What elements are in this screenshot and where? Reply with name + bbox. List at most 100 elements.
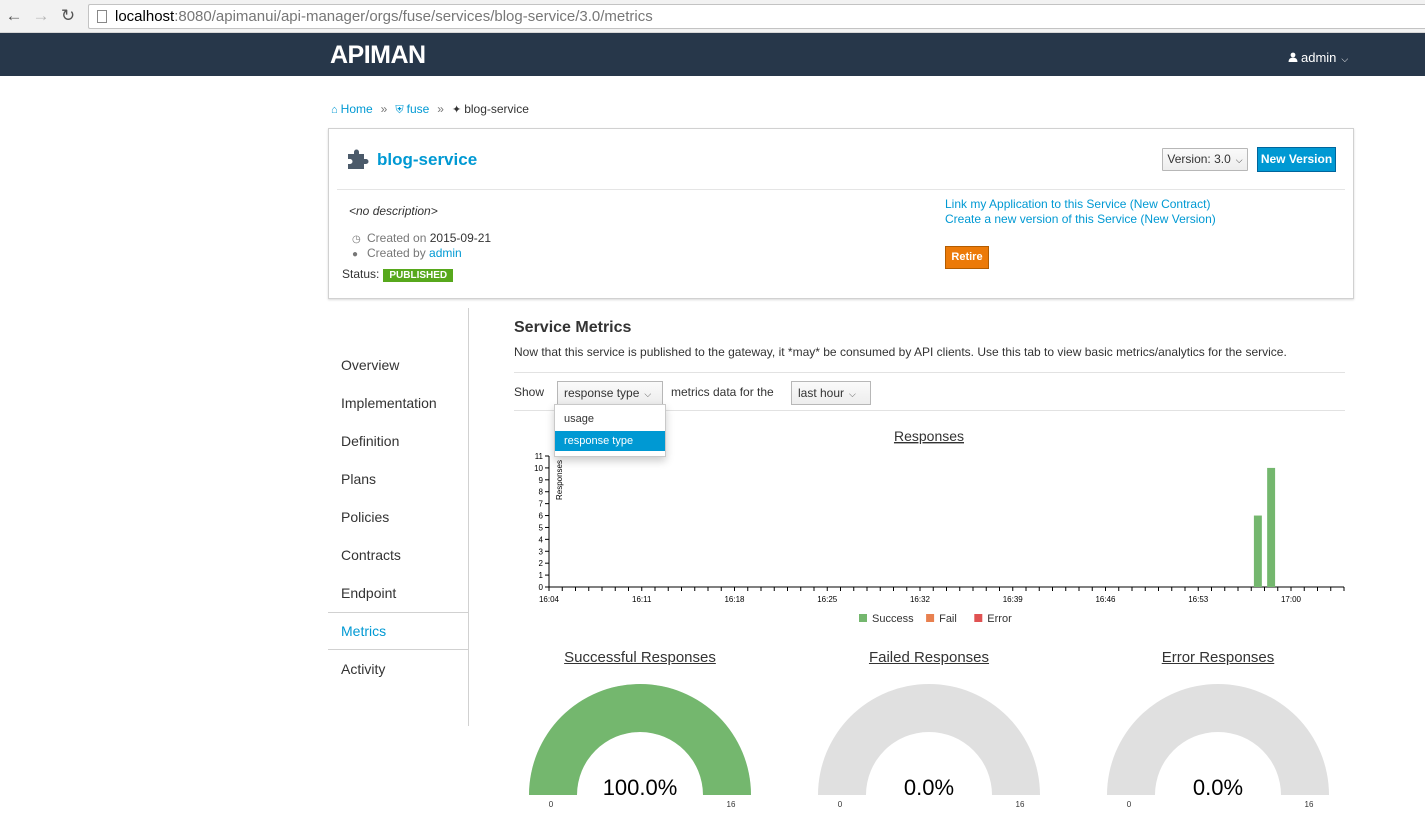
- legend-label-success: Success: [872, 613, 914, 625]
- breadcrumb-separator: »: [380, 102, 388, 116]
- created-by: ● Created by admin: [352, 246, 462, 260]
- service-header-panel: blog-service Version: 3.0 ⌵ New Version <…: [328, 128, 1354, 299]
- legend-label-fail: Fail: [939, 613, 957, 625]
- gauge-max-label: 16: [1305, 800, 1314, 809]
- x-tick-label: 16:32: [910, 595, 931, 604]
- y-tick-label: 3: [539, 547, 544, 556]
- new-contract-link[interactable]: Link my Application to this Service (New…: [945, 197, 1216, 212]
- created-on: ◷ Created on 2015-09-21: [352, 231, 492, 245]
- y-tick-label: 2: [539, 559, 544, 568]
- x-tick-label: 16:25: [817, 595, 838, 604]
- chevron-down-icon: ⌵: [1235, 155, 1243, 165]
- failed-gauge: 0.0% 0 16: [818, 684, 1040, 809]
- divider: [328, 612, 469, 613]
- gauge-min-label: 0: [1127, 800, 1132, 809]
- puzzle-icon: [348, 149, 369, 169]
- chevron-down-icon: ⌵: [849, 389, 856, 399]
- chevron-down-icon: ⌵: [1341, 54, 1349, 64]
- y-tick-label: 1: [539, 571, 544, 580]
- divider: [328, 649, 469, 650]
- metric-type-dropdown[interactable]: response type ⌵: [557, 381, 663, 405]
- legend-swatch-success: [859, 614, 867, 622]
- gauge-title-error: Error Responses: [1161, 649, 1275, 666]
- show-label: Show: [514, 385, 545, 399]
- x-tick-label: 16:18: [724, 595, 745, 604]
- breadcrumb-home[interactable]: ⌂ Home: [331, 102, 373, 116]
- metrics-description: Now that this service is published to th…: [514, 345, 1287, 359]
- home-icon: ⌂: [331, 104, 338, 116]
- service-description: <no description>: [349, 204, 438, 218]
- retire-button[interactable]: Retire: [945, 246, 989, 269]
- y-axis-label: Responses: [555, 460, 564, 500]
- tab-overview[interactable]: Overview: [341, 357, 399, 373]
- tab-endpoint[interactable]: Endpoint: [341, 585, 396, 601]
- address-bar[interactable]: localhost:8080/apimanui/api-manager/orgs…: [88, 4, 1425, 29]
- divider: [514, 372, 1345, 373]
- bar-success: [1253, 515, 1262, 587]
- breadcrumb-org[interactable]: ⛨ fuse: [395, 102, 429, 116]
- gauge-title-success: Successful Responses: [564, 649, 716, 666]
- metrics-title: Service Metrics: [514, 319, 632, 336]
- back-arrow-icon[interactable]: ←: [4, 6, 24, 26]
- service-title: blog-service: [377, 150, 478, 169]
- username: admin: [1301, 50, 1337, 65]
- gauge-min-label: 0: [838, 800, 843, 809]
- new-version-link[interactable]: Create a new version of this Service (Ne…: [945, 212, 1216, 227]
- tab-policies[interactable]: Policies: [341, 509, 389, 525]
- tab-activity[interactable]: Activity: [341, 661, 385, 677]
- breadcrumb-service: ✦ blog-service: [451, 102, 529, 116]
- browser-toolbar: ← → ↻ localhost:8080/apimanui/api-manage…: [0, 0, 1425, 33]
- reload-icon[interactable]: ↻: [58, 6, 78, 26]
- tab-metrics[interactable]: Metrics: [341, 623, 386, 639]
- breadcrumb: ⌂ Home » ⛨ fuse » ✦ blog-service: [331, 102, 529, 117]
- apiman-logo[interactable]: APIMAN: [330, 42, 426, 68]
- x-tick-label: 16:39: [1003, 595, 1024, 604]
- version-dropdown[interactable]: Version: 3.0 ⌵: [1162, 148, 1248, 171]
- user-icon: [1288, 52, 1298, 62]
- tab-plans[interactable]: Plans: [341, 471, 376, 487]
- success-gauge: 100.0% 0 16: [529, 684, 751, 809]
- x-tick-label: 17:00: [1281, 595, 1302, 604]
- user-menu[interactable]: admin ⌵: [1288, 50, 1348, 65]
- service-tabs: Overview Implementation Definition Plans…: [328, 308, 469, 726]
- tab-contracts[interactable]: Contracts: [341, 547, 401, 563]
- y-tick-label: 10: [534, 464, 543, 473]
- action-links: Link my Application to this Service (New…: [945, 197, 1216, 227]
- chevron-down-icon: ⌵: [644, 389, 652, 399]
- app-navbar: APIMAN admin ⌵: [0, 33, 1425, 76]
- gauge-max-label: 16: [1016, 800, 1025, 809]
- legend-swatch-error: [974, 614, 983, 622]
- y-tick-label: 9: [539, 476, 544, 485]
- gauge-value: 0.0%: [904, 775, 954, 800]
- status-badge: PUBLISHED: [383, 269, 454, 282]
- tab-definition[interactable]: Definition: [341, 433, 399, 449]
- error-gauge: 0.0% 0 16: [1107, 684, 1329, 809]
- y-tick-label: 8: [539, 488, 544, 497]
- y-tick-label: 11: [535, 452, 544, 461]
- legend-swatch-fail: [926, 614, 935, 622]
- option-usage[interactable]: usage: [555, 409, 665, 429]
- status-row: Status: PUBLISHED: [342, 267, 454, 282]
- created-by-link[interactable]: admin: [429, 246, 462, 260]
- option-response-type[interactable]: response type: [555, 431, 665, 451]
- puzzle-icon: ✦: [451, 104, 462, 116]
- y-tick-label: 7: [539, 500, 544, 509]
- x-tick-label: 16:53: [1188, 595, 1209, 604]
- breadcrumb-separator: »: [437, 102, 444, 116]
- forward-arrow-icon[interactable]: →: [31, 6, 51, 26]
- tab-implementation[interactable]: Implementation: [341, 395, 437, 411]
- divider: [337, 189, 1345, 190]
- metric-type-menu: usage response type: [554, 404, 666, 457]
- legend-label-error: Error: [987, 613, 1012, 625]
- clock-icon: ◷: [352, 234, 361, 245]
- new-version-button[interactable]: New Version: [1257, 147, 1336, 172]
- period-dropdown[interactable]: last hour ⌵: [791, 381, 871, 405]
- y-tick-label: 5: [539, 523, 544, 532]
- gauge-title-failed: Failed Responses: [868, 649, 990, 666]
- gauge-max-label: 16: [727, 800, 736, 809]
- url-text: localhost:8080/apimanui/api-manager/orgs…: [115, 8, 653, 25]
- page-icon: [97, 10, 107, 23]
- x-tick-label: 16:11: [632, 595, 652, 604]
- bar-success: [1267, 467, 1276, 587]
- x-tick-label: 16:46: [1095, 595, 1116, 604]
